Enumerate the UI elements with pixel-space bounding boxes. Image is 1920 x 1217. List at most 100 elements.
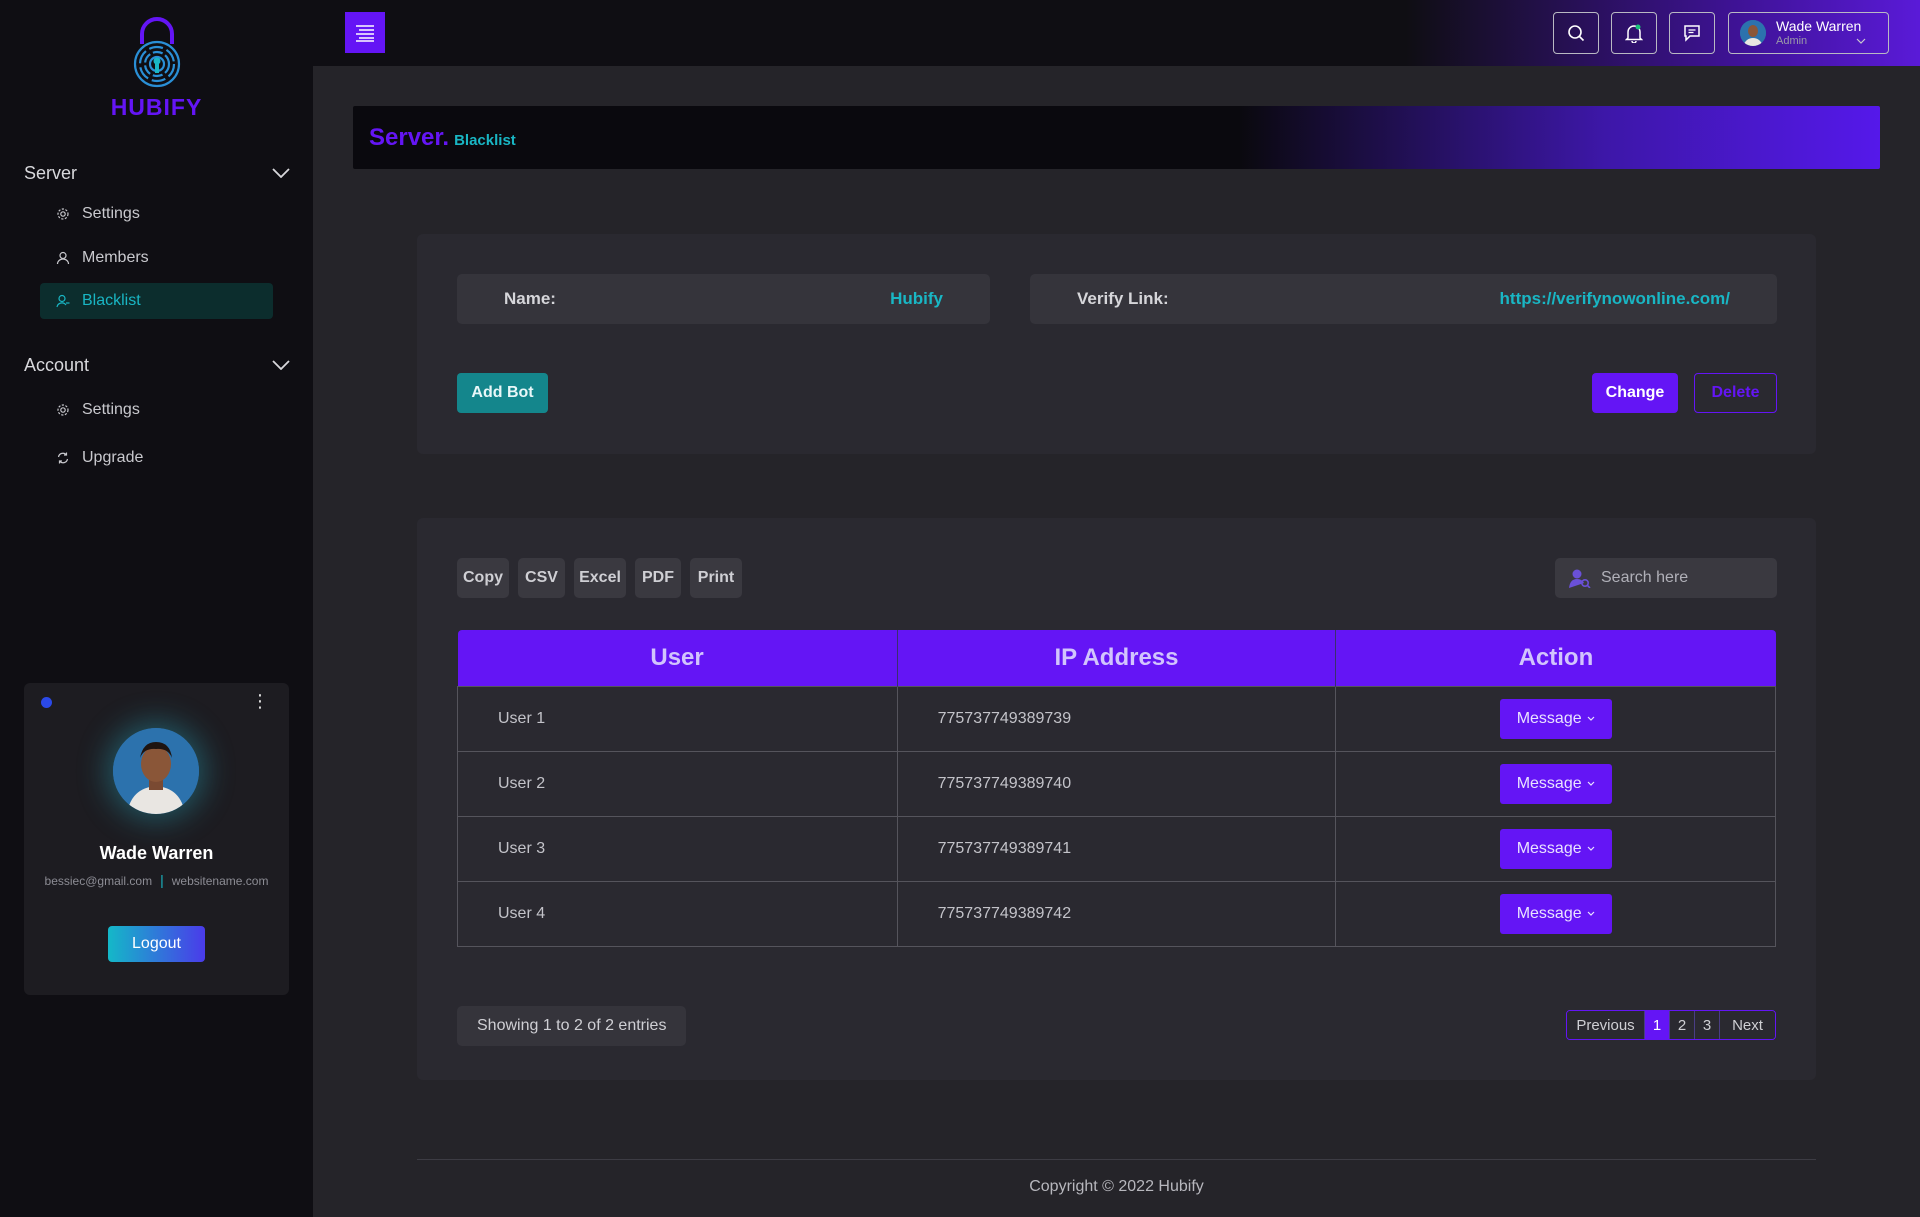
- cell-action: Message: [1335, 815, 1776, 882]
- entries-info: Showing 1 to 2 of 2 entries: [457, 1006, 687, 1046]
- avatar: [113, 728, 199, 814]
- search-button[interactable]: [1553, 12, 1599, 54]
- cell-ip: 775737749389740: [896, 750, 1337, 817]
- brand-name: HUBIFY: [110, 94, 203, 120]
- profile-email: bessiec@gmail.com: [44, 874, 153, 888]
- breadcrumb: Blacklist: [454, 132, 516, 149]
- pagination-next[interactable]: Next: [1719, 1011, 1775, 1039]
- copy-button[interactable]: Copy: [457, 558, 509, 598]
- message-label: Message: [1516, 904, 1582, 922]
- message-label: Message: [1516, 709, 1582, 727]
- gear-icon: [56, 403, 70, 417]
- pagination-page-3[interactable]: 3: [1694, 1011, 1719, 1039]
- csv-button[interactable]: CSV: [518, 558, 565, 598]
- profile-contacts: bessiec@gmail.com | websitename.com: [24, 872, 289, 888]
- cell-user: User 1: [457, 685, 898, 752]
- profile-website: websitename.com: [171, 874, 269, 888]
- sidebar-item-label: Settings: [82, 401, 140, 418]
- table-row: User 4 775737749389742 Message: [457, 880, 1776, 947]
- cell-ip: 775737749389739: [896, 685, 1337, 752]
- pagination: Previous 1 2 3 Next: [1566, 1010, 1776, 1040]
- message-dropdown-button[interactable]: Message: [1499, 763, 1612, 804]
- pagination-previous[interactable]: Previous: [1567, 1011, 1644, 1039]
- message-dropdown-button[interactable]: Message: [1499, 828, 1612, 869]
- table-row: User 1 775737749389739 Message: [457, 685, 1776, 752]
- sidebar-item-upgrade[interactable]: Upgrade: [40, 440, 273, 476]
- nav-section-account[interactable]: Account: [24, 350, 290, 380]
- gear-icon: [56, 207, 70, 221]
- verify-link-value[interactable]: https://verifynowonline.com/: [1500, 289, 1730, 309]
- cell-ip: 775737749389741: [896, 815, 1337, 882]
- user-block-icon: [56, 294, 70, 308]
- sidebar-item-label: Upgrade: [82, 449, 144, 466]
- chevron-down-icon: [1587, 911, 1595, 916]
- message-label: Message: [1516, 839, 1582, 857]
- refresh-icon: [56, 451, 70, 465]
- more-vertical-icon[interactable]: ⋮: [251, 692, 269, 710]
- column-header-user[interactable]: User: [457, 630, 898, 686]
- sidebar-item-members[interactable]: Members: [40, 240, 273, 276]
- page-title: Server.: [369, 123, 450, 151]
- sidebar-item-label: Settings: [82, 205, 140, 222]
- verify-link-label: Verify Link:: [1077, 289, 1169, 308]
- user-name: Wade Warren: [1776, 18, 1862, 34]
- cell-ip: 775737749389742: [896, 880, 1337, 947]
- table-row: User 2 775737749389740 Message: [457, 750, 1776, 817]
- pagination-page-1[interactable]: 1: [1644, 1011, 1669, 1039]
- chat-icon: [1684, 25, 1700, 42]
- menu-toggle-button[interactable]: [345, 12, 385, 53]
- message-label: Message: [1516, 774, 1582, 792]
- sidebar-item-label: Blacklist: [82, 292, 141, 309]
- cell-user: User 2: [457, 750, 898, 817]
- server-info-card: Name: Hubify Verify Link: https://verify…: [417, 234, 1816, 454]
- blacklist-table-card: Copy CSV Excel PDF Print User IP Address…: [417, 518, 1816, 1080]
- column-header-ip[interactable]: IP Address: [896, 630, 1336, 686]
- profile-card: ⋮ Wade Warren bessiec@gmail.com | websiten…: [24, 683, 289, 995]
- sidebar-item-account-settings[interactable]: Settings: [40, 392, 273, 428]
- server-name-label: Name:: [504, 289, 556, 308]
- message-dropdown-button[interactable]: Message: [1499, 893, 1612, 934]
- logout-button[interactable]: Logout: [108, 926, 205, 962]
- sidebar-item-label: Members: [82, 249, 149, 266]
- cell-user: User 4: [457, 880, 898, 947]
- page-header: Server. Blacklist: [353, 106, 1880, 169]
- message-dropdown-button[interactable]: Message: [1499, 698, 1612, 739]
- verify-link-field: Verify Link: https://verifynowonline.com…: [1030, 274, 1777, 324]
- table-row: User 3 775737749389741 Message: [457, 815, 1776, 882]
- sidebar-item-blacklist[interactable]: Blacklist: [40, 283, 273, 319]
- chevron-down-icon: [1587, 846, 1595, 851]
- search-box: [1555, 558, 1777, 598]
- cell-action: Message: [1335, 685, 1776, 752]
- delete-button[interactable]: Delete: [1694, 373, 1777, 413]
- notifications-button[interactable]: [1611, 12, 1657, 54]
- add-bot-button[interactable]: Add Bot: [457, 373, 548, 413]
- change-button[interactable]: Change: [1592, 373, 1678, 413]
- cell-action: Message: [1335, 750, 1776, 817]
- pdf-button[interactable]: PDF: [635, 558, 681, 598]
- user-menu[interactable]: Wade Warren Admin: [1728, 12, 1889, 54]
- top-bar: Wade Warren Admin: [313, 0, 1920, 66]
- column-header-action[interactable]: Action: [1335, 630, 1776, 686]
- nav-section-title: Account: [24, 354, 90, 375]
- messages-button[interactable]: [1669, 12, 1715, 54]
- server-name-value: Hubify: [890, 289, 943, 308]
- footer-copyright: Copyright © 2022 Hubify: [1029, 1178, 1204, 1195]
- menu-icon: [356, 24, 374, 42]
- avatar: [1740, 20, 1766, 46]
- fingerprint-lock-icon: [133, 17, 180, 88]
- brand-logo[interactable]: HUBIFY: [0, 14, 313, 121]
- divider: [417, 1159, 1816, 1160]
- server-name-field: Name: Hubify: [457, 274, 990, 324]
- nav-section-server[interactable]: Server: [24, 158, 290, 188]
- excel-button[interactable]: Excel: [574, 558, 626, 598]
- sidebar-item-server-settings[interactable]: Settings: [40, 196, 273, 232]
- print-button[interactable]: Print: [690, 558, 742, 598]
- divider: |: [160, 872, 164, 888]
- search-input[interactable]: [1601, 569, 1761, 587]
- chevron-down-icon: [272, 168, 290, 178]
- nav-section-title: Server: [24, 162, 78, 183]
- table-header-row: User IP Address Action: [457, 630, 1776, 686]
- chevron-down-icon: [1587, 781, 1595, 786]
- pagination-page-2[interactable]: 2: [1669, 1011, 1694, 1039]
- profile-name: Wade Warren: [99, 843, 214, 863]
